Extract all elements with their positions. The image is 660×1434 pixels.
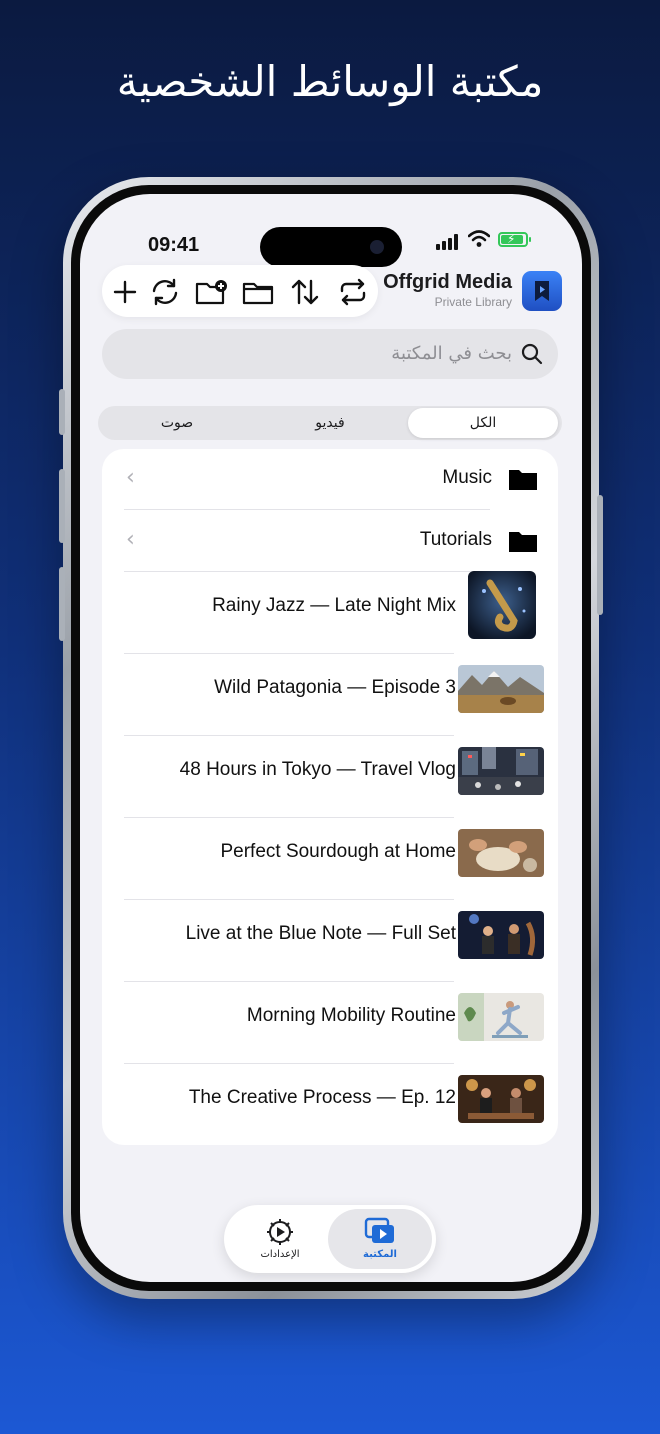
status-icons: ⚡ [436,230,536,254]
folder-row-tutorials[interactable]: ‹ Tutorials [102,510,558,572]
sort-icon[interactable] [288,275,322,309]
toolbar [102,265,378,317]
sync-icon[interactable] [148,275,182,309]
app-title: Offgrid Media [383,271,512,293]
power-button [597,495,603,615]
media-row[interactable]: Live at the Blue Note — Full Set [102,899,558,982]
media-row[interactable]: Perfect Sourdough at Home [102,817,558,900]
media-title: Morning Mobility Routine [246,1005,456,1026]
thumbnail-yoga [458,993,544,1041]
tab-bar: الإعدادات المكتبة [224,1205,436,1273]
search-placeholder: بحث في المكتبة [391,343,512,364]
phone-screen: 09:41 ⚡ Offgrid Media Private Library بح… [80,194,582,1282]
tab-settings-label: الإعدادات [260,1249,300,1260]
media-title: Wild Patagonia — Episode 3 [214,677,456,698]
segment-video[interactable]: فيديو [255,408,405,438]
thumbnail-saxophone [468,571,536,639]
media-title: The Creative Process — Ep. 12 [188,1087,456,1108]
media-title: Live at the Blue Note — Full Set [185,923,456,944]
thumbnail-podcast [458,1075,544,1123]
phone-frame: 09:41 ⚡ Offgrid Media Private Library بح… [59,177,603,1299]
folder-icon [509,470,537,490]
folder-icon[interactable] [241,275,275,309]
search-icon [521,343,543,365]
bookmark-play-icon [522,271,562,311]
dynamic-island [260,227,402,267]
media-title: Rainy Jazz — Late Night Mix [212,595,456,616]
battery-charging-icon: ⚡ [498,232,531,247]
volume-down-button [59,567,65,641]
segment-all[interactable]: الكل [408,408,558,438]
status-time: 09:41 [148,234,200,256]
signal-icon [436,234,462,250]
media-row[interactable]: Wild Patagonia — Episode 3 [102,653,558,736]
thumbnail-baking [458,829,544,877]
media-row[interactable]: The Creative Process — Ep. 12 [102,1063,558,1145]
folder-title: Tutorials [419,529,492,550]
camera-icon [370,240,384,254]
tab-library[interactable]: المكتبة [328,1209,432,1269]
folder-row-music[interactable]: ‹ Music [102,449,558,510]
media-title: 48 Hours in Tokyo — Travel Vlog [179,759,456,780]
status-bar: 09:41 ⚡ [80,194,582,267]
thumbnail-city [458,747,544,795]
repeat-icon[interactable] [336,275,370,309]
filter-segmented-control: صوت فيديو الكل [98,406,562,440]
app-subtitle: Private Library [434,295,512,309]
media-row[interactable]: 48 Hours in Tokyo — Travel Vlog [102,735,558,818]
tab-settings[interactable]: الإعدادات [228,1209,332,1269]
new-folder-icon[interactable] [194,275,228,309]
library-list: ‹ Music ‹ Tutorials Rainy Jazz — Late Ni… [102,449,558,1145]
folder-title: Music [442,467,492,488]
library-play-icon [364,1217,394,1243]
volume-up-button [59,469,65,543]
thumbnail-concert [458,911,544,959]
segment-audio[interactable]: صوت [102,408,252,438]
chevron-left-icon: ‹ [126,527,135,552]
action-button [59,389,65,435]
tab-library-label: المكتبة [363,1249,397,1260]
media-title: Perfect Sourdough at Home [220,841,456,862]
settings-gear-icon [267,1219,293,1245]
promo-headline: مكتبة الوسائط الشخصية [116,57,544,106]
media-row[interactable]: Morning Mobility Routine [102,981,558,1064]
folder-icon [509,532,537,552]
chevron-left-icon: ‹ [126,465,135,490]
media-row[interactable]: Rainy Jazz — Late Night Mix [102,571,558,654]
plus-icon[interactable] [108,275,142,309]
thumbnail-mountains [458,665,544,713]
wifi-icon [468,230,490,247]
search-field[interactable]: بحث في المكتبة [102,329,558,379]
